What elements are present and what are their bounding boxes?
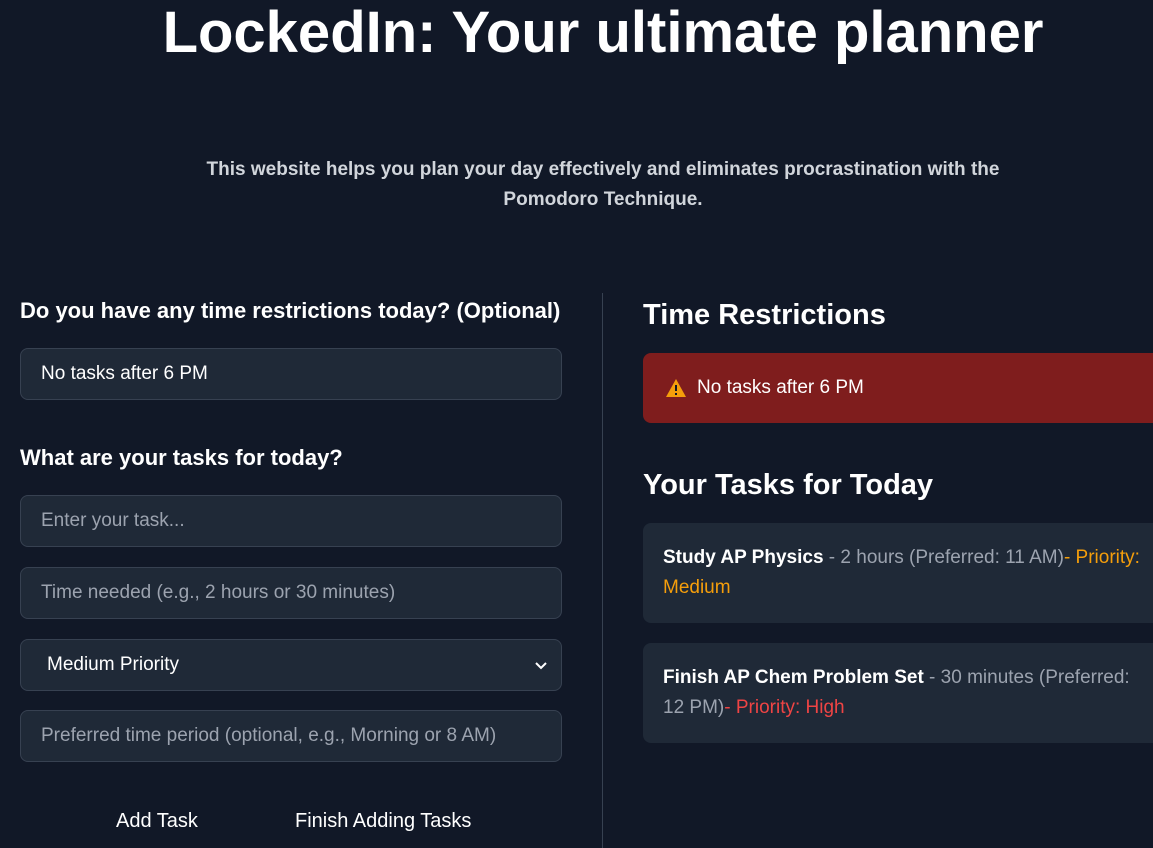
finish-adding-tasks-button[interactable]: Finish Adding Tasks xyxy=(295,810,471,833)
priority-selected-value: Medium Priority xyxy=(47,654,179,675)
tasks-heading: Your Tasks for Today xyxy=(643,469,934,501)
chevron-down-icon xyxy=(535,657,547,673)
task-name-input[interactable] xyxy=(20,495,562,547)
task-line: Medium xyxy=(663,573,1153,603)
task-line: Finish AP Chem Problem Set - 30 minutes … xyxy=(663,663,1153,693)
restriction-alert: No tasks after 6 PM xyxy=(643,353,1153,423)
page-title: LockedIn: Your ultimate planner xyxy=(162,0,1044,65)
task-line: 12 PM)- Priority: High xyxy=(663,693,1153,723)
restrictions-input[interactable] xyxy=(20,348,562,400)
page: LockedIn: Your ultimate planner This web… xyxy=(0,0,1153,848)
time-needed-input[interactable] xyxy=(20,567,562,619)
add-task-button[interactable]: Add Task xyxy=(116,810,198,833)
warning-triangle-icon xyxy=(665,378,687,398)
tasks-label: What are your tasks for today? xyxy=(20,445,343,470)
task-priority: - Priority: High xyxy=(724,697,845,718)
form-actions: Add Task Finish Adding Tasks xyxy=(0,808,560,838)
task-separator: - xyxy=(923,667,941,688)
restrictions-label: Do you have any time restrictions today?… xyxy=(20,298,561,323)
task-name: Study AP Physics xyxy=(663,547,824,568)
restriction-text: No tasks after 6 PM xyxy=(697,377,864,398)
priority-select[interactable]: Medium Priority xyxy=(20,639,562,691)
task-priority: Medium xyxy=(663,577,731,598)
subtitle-line-2: Pomodoro Technique. xyxy=(503,189,703,210)
task-detail: 12 PM) xyxy=(663,697,725,718)
time-restrictions-heading: Time Restrictions xyxy=(643,299,886,331)
page-subtitle: This website helps you plan your day eff… xyxy=(180,155,1026,215)
task-card: Study AP Physics - 2 hours (Preferred: 1… xyxy=(643,523,1153,623)
task-detail: 2 hours (Preferred: 11 AM) xyxy=(840,547,1064,568)
task-separator: - xyxy=(823,547,841,568)
task-line: Study AP Physics - 2 hours (Preferred: 1… xyxy=(663,543,1153,573)
column-divider xyxy=(602,293,603,848)
task-name: Finish AP Chem Problem Set xyxy=(663,667,924,688)
task-detail: 30 minutes (Preferred: xyxy=(940,667,1130,688)
subtitle-line-1: This website helps you plan your day eff… xyxy=(206,159,1000,180)
task-priority: - Priority: xyxy=(1063,547,1140,568)
task-card: Finish AP Chem Problem Set - 30 minutes … xyxy=(643,643,1153,743)
preferred-time-input[interactable] xyxy=(20,710,562,762)
